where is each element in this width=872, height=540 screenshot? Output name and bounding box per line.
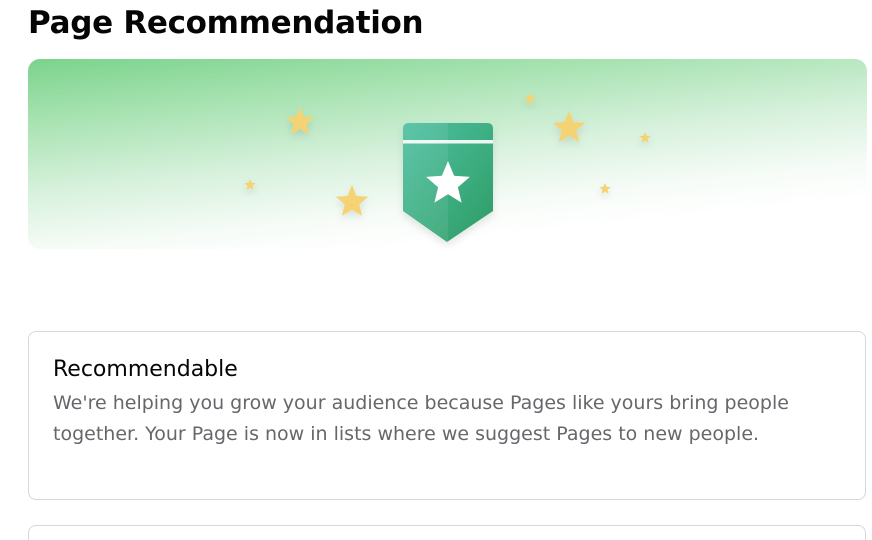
sparkle-star-icon [285, 107, 315, 135]
banner-illustration [244, 93, 651, 242]
recommendation-banner [28, 59, 867, 249]
status-description: We're helping you grow your audience bec… [53, 392, 789, 445]
sparkle-star-icon [552, 111, 586, 142]
page-recommendation-view: Page Recommendation Recommendable We're … [0, 0, 872, 540]
sparkle-star-icon [244, 179, 256, 190]
page-title: Page Recommendation [28, 5, 424, 41]
recommendation-badge-icon [403, 123, 493, 242]
sparkle-star-icon [639, 132, 651, 143]
sparkle-star-icon [599, 183, 611, 194]
status-title: Recommendable [53, 357, 238, 382]
next-card [28, 525, 866, 540]
sparkle-star-icon [335, 185, 369, 216]
recommendable-status-card: Recommendable We're helping you grow you… [28, 331, 866, 500]
sparkle-star-icon [524, 93, 536, 104]
